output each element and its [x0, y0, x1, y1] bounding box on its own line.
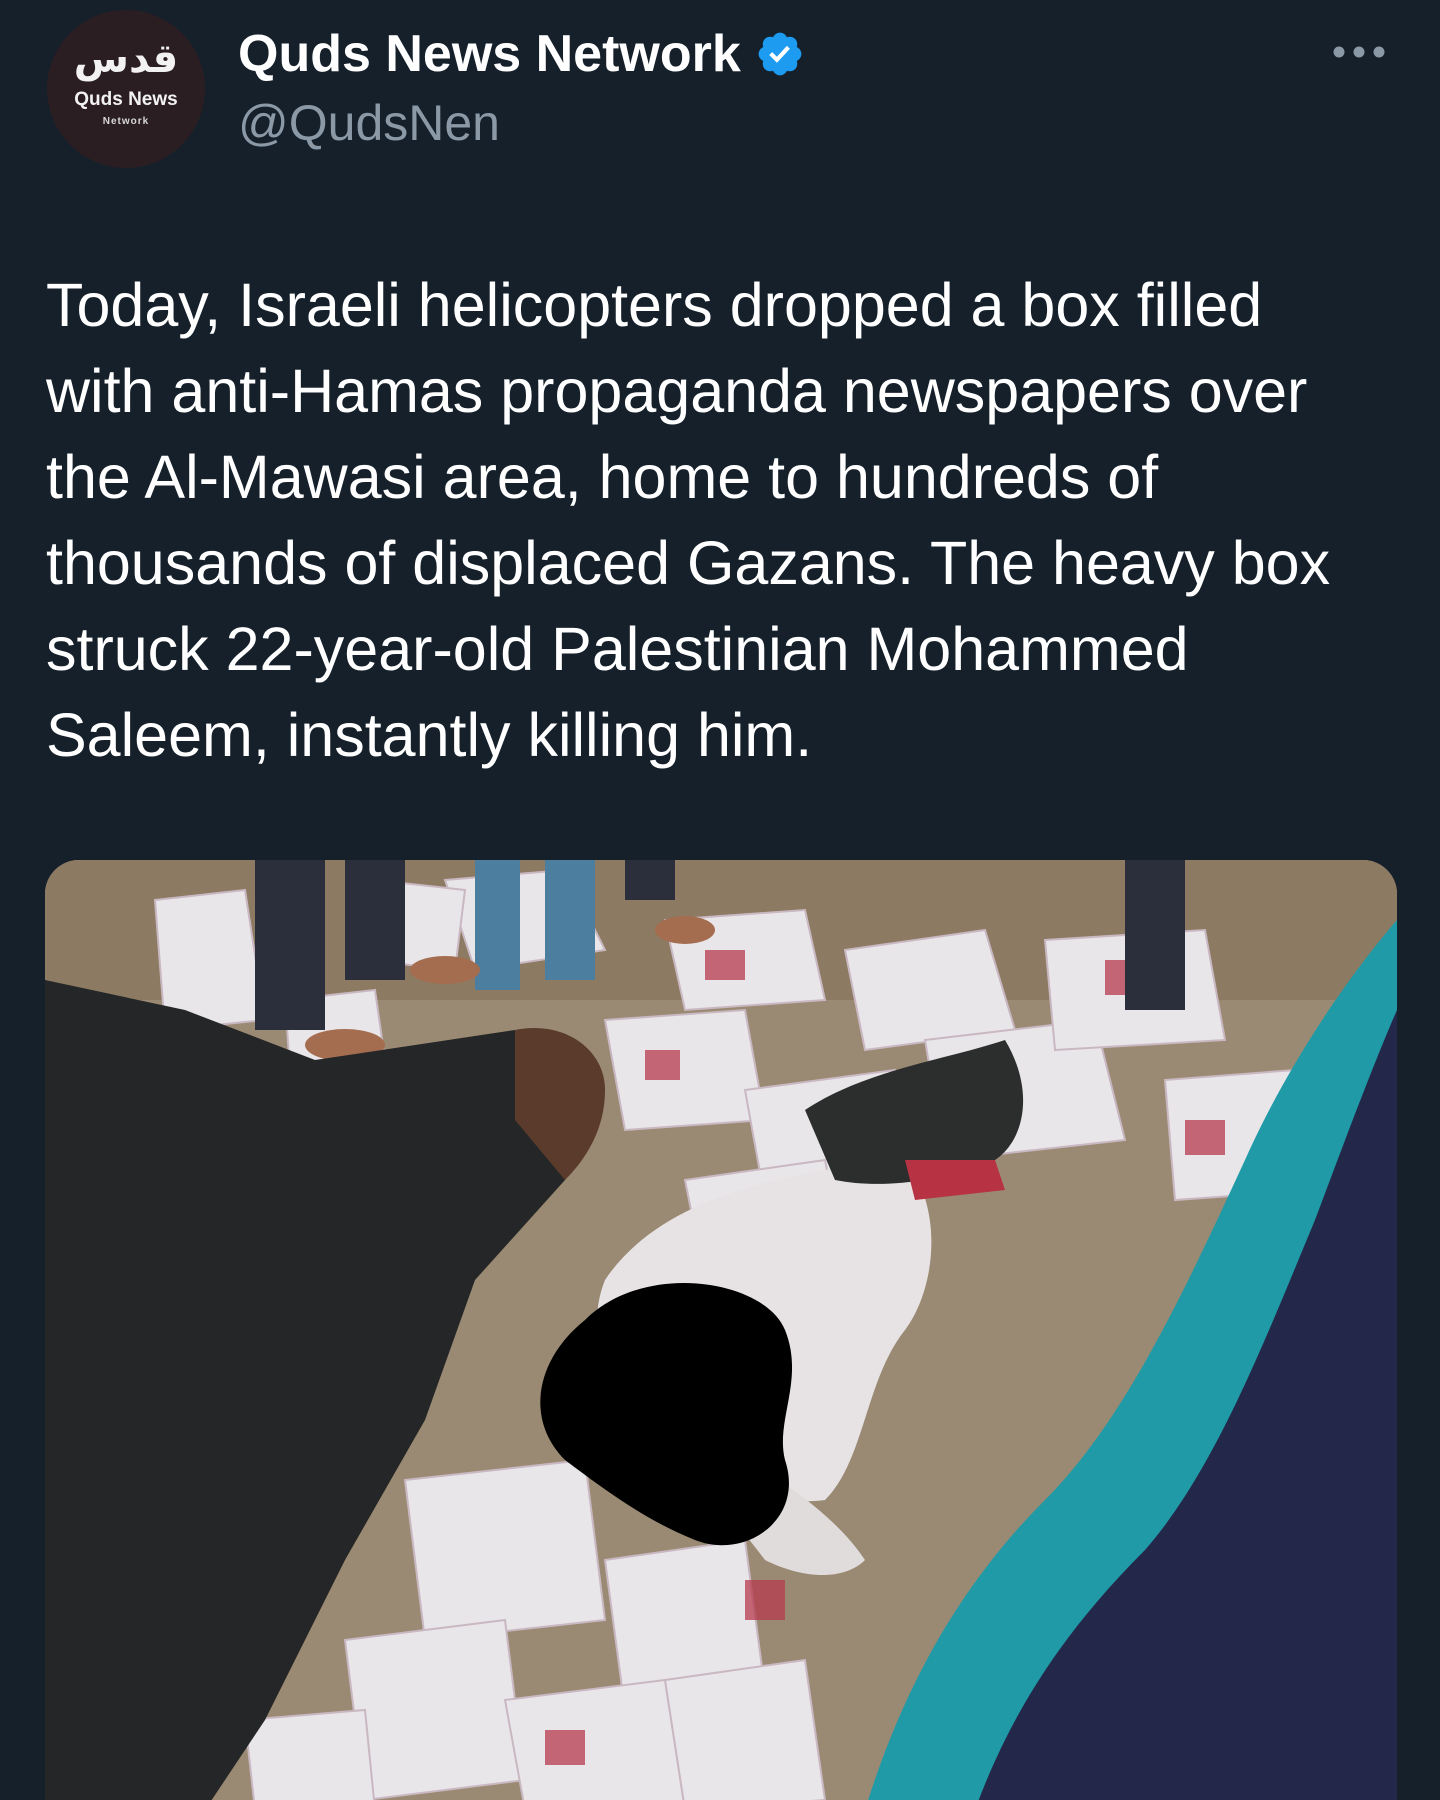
avatar[interactable]: قدس Quds News Network [47, 10, 205, 168]
verified-badge-icon [758, 32, 802, 76]
svg-text:Network: Network [103, 116, 149, 127]
display-name[interactable]: Quds News Network [238, 24, 741, 84]
tweet: قدس Quds News Network Quds News Network … [0, 0, 1440, 1800]
quds-news-logo: قدس Quds News Network [47, 10, 205, 168]
svg-text:Quds News: Quds News [74, 89, 177, 110]
svg-text:قدس: قدس [74, 36, 179, 82]
tweet-photo[interactable] [45, 860, 1397, 1800]
tweet-text: Today, Israeli helicopters dropped a box… [46, 271, 1331, 769]
account-header: Quds News Network @QudsNen [238, 22, 805, 152]
handle[interactable]: @QudsNen [238, 94, 805, 152]
more-options-icon[interactable] [1330, 40, 1388, 64]
name-row: Quds News Network [238, 22, 805, 86]
photo-illustration [45, 860, 1397, 1800]
